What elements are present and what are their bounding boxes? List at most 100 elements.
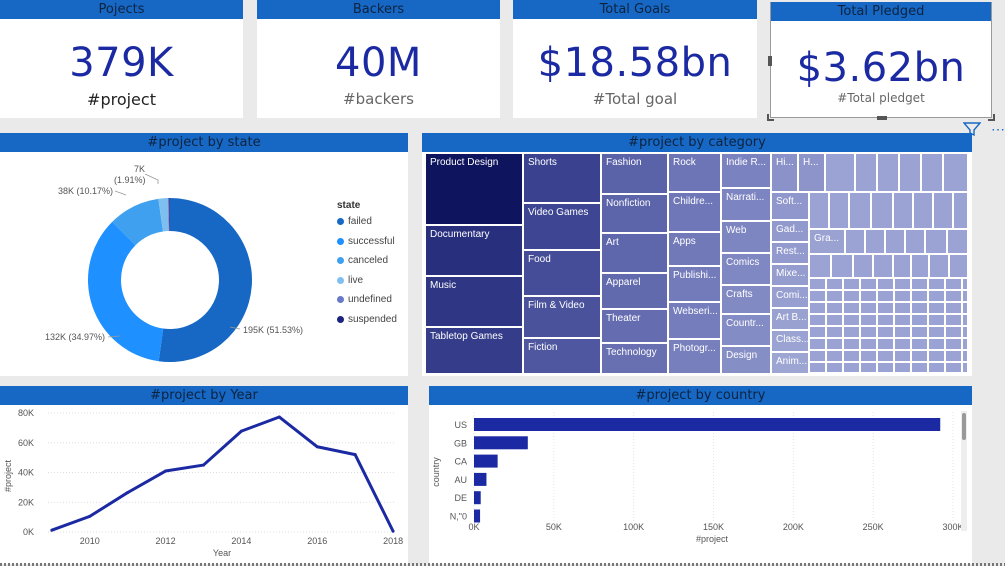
kpi-card-projects[interactable]: Pojects 379K #project xyxy=(0,0,243,118)
treemap-cell[interactable]: Hi... xyxy=(771,153,798,192)
treemap-cell-minor[interactable] xyxy=(928,290,945,302)
treemap-cell[interactable]: Video Games xyxy=(523,203,601,250)
treemap-cell-minor[interactable] xyxy=(809,362,826,373)
state-panel[interactable]: #project by state 195K (51.53%) 132K (34… xyxy=(0,133,408,376)
year-series-line[interactable] xyxy=(51,415,395,532)
treemap-cell[interactable]: Apparel xyxy=(601,273,668,309)
year-point[interactable] xyxy=(164,469,168,473)
treemap-cell-minor[interactable] xyxy=(945,290,962,302)
legend-item-failed[interactable]: failed xyxy=(337,216,372,227)
treemap-cell-minor[interactable] xyxy=(845,229,865,254)
resize-handle-bottom[interactable] xyxy=(877,116,887,120)
treemap-cell-minor[interactable] xyxy=(809,192,829,229)
year-point[interactable] xyxy=(277,415,281,419)
treemap-cell-minor[interactable] xyxy=(843,278,860,290)
treemap-cell[interactable]: Indie R... xyxy=(721,153,771,188)
treemap-cell[interactable]: Comi... xyxy=(771,286,809,308)
treemap-cell[interactable]: Food xyxy=(523,250,601,296)
treemap-cell-minor[interactable] xyxy=(928,338,945,350)
treemap-cell-minor[interactable] xyxy=(826,350,843,362)
kpi-card-total-goals[interactable]: Total Goals $18.58bn #Total goal xyxy=(513,0,757,118)
treemap-cell[interactable]: Film & Video xyxy=(523,296,601,338)
treemap-cell-minor[interactable] xyxy=(809,338,826,350)
treemap-cell-minor[interactable] xyxy=(894,350,911,362)
year-point[interactable] xyxy=(88,514,92,518)
treemap-cell-minor[interactable] xyxy=(873,254,893,278)
treemap-cell[interactable]: Gad... xyxy=(771,220,809,242)
treemap-cell-minor[interactable] xyxy=(843,338,860,350)
legend-item-undefined[interactable]: undefined xyxy=(337,294,392,305)
treemap-cell[interactable]: Music xyxy=(425,276,523,327)
treemap-cell[interactable]: Theater xyxy=(601,309,668,343)
treemap-cell-minor[interactable] xyxy=(843,362,860,373)
treemap-cell-minor[interactable] xyxy=(809,302,826,314)
treemap-cell-minor[interactable] xyxy=(962,278,968,290)
treemap-cell-minor[interactable] xyxy=(929,254,949,278)
treemap-cell[interactable]: Technology xyxy=(601,343,668,374)
treemap-cell[interactable]: Comics xyxy=(721,253,771,285)
treemap-cell[interactable]: Design xyxy=(721,346,771,374)
treemap-cell-minor[interactable] xyxy=(911,326,928,338)
treemap-cell-minor[interactable] xyxy=(826,290,843,302)
treemap-cell-minor[interactable] xyxy=(871,192,893,229)
treemap-cell-minor[interactable] xyxy=(825,153,855,192)
legend-item-canceled[interactable]: canceled xyxy=(337,255,388,266)
treemap-cell-minor[interactable] xyxy=(894,362,911,373)
year-point[interactable] xyxy=(126,491,130,495)
treemap-cell-minor[interactable] xyxy=(877,338,894,350)
treemap-cell-minor[interactable] xyxy=(928,278,945,290)
treemap-cell-minor[interactable] xyxy=(809,326,826,338)
treemap-cell-minor[interactable] xyxy=(921,153,943,192)
treemap-cell-minor[interactable] xyxy=(860,362,877,373)
treemap-cell[interactable]: Shorts xyxy=(523,153,601,203)
country-bar[interactable] xyxy=(474,509,481,523)
treemap-cell-minor[interactable] xyxy=(943,153,968,192)
treemap-cell-minor[interactable] xyxy=(945,350,962,362)
treemap-cell[interactable]: Class... xyxy=(771,330,809,352)
treemap-cell-minor[interactable] xyxy=(826,278,843,290)
treemap-cell[interactable]: Soft... xyxy=(771,192,809,220)
treemap-cell-minor[interactable] xyxy=(877,350,894,362)
kpi-card-total-pledged[interactable]: Total Pledged $3.62bn #Total pledget xyxy=(767,2,995,121)
treemap-cell-minor[interactable] xyxy=(860,350,877,362)
treemap-cell-minor[interactable] xyxy=(831,254,853,278)
treemap-cell-minor[interactable] xyxy=(928,350,945,362)
treemap-cell-minor[interactable] xyxy=(877,153,899,192)
treemap-cell-minor[interactable] xyxy=(928,326,945,338)
treemap-cell-minor[interactable] xyxy=(911,254,929,278)
country-bar[interactable] xyxy=(474,491,481,505)
year-point[interactable] xyxy=(239,429,243,433)
treemap-cell-minor[interactable] xyxy=(928,302,945,314)
treemap-cell-minor[interactable] xyxy=(826,362,843,373)
treemap-cell-minor[interactable] xyxy=(899,153,921,192)
treemap-cell-minor[interactable] xyxy=(962,290,968,302)
treemap-cell-minor[interactable] xyxy=(809,254,831,278)
treemap-cell-minor[interactable] xyxy=(843,350,860,362)
treemap-cell[interactable]: Crafts xyxy=(721,285,771,314)
treemap-cell-minor[interactable] xyxy=(877,326,894,338)
treemap-cell-minor[interactable] xyxy=(947,229,968,254)
legend-item-successful[interactable]: successful xyxy=(337,236,395,247)
treemap-cell[interactable]: Product Design xyxy=(425,153,523,225)
treemap-cell-minor[interactable] xyxy=(928,362,945,373)
treemap-cell-minor[interactable] xyxy=(865,229,885,254)
treemap-cell[interactable]: Fiction xyxy=(523,338,601,374)
treemap-cell-minor[interactable] xyxy=(843,302,860,314)
treemap-cell-minor[interactable] xyxy=(894,326,911,338)
treemap-cell-minor[interactable] xyxy=(893,254,911,278)
treemap-cell[interactable]: Nonfiction xyxy=(601,194,668,233)
treemap-cell[interactable]: Countr... xyxy=(721,314,771,346)
year-point[interactable] xyxy=(201,463,205,467)
treemap-cell-minor[interactable] xyxy=(860,302,877,314)
treemap-cell-minor[interactable] xyxy=(843,290,860,302)
treemap-cell-minor[interactable] xyxy=(877,314,894,326)
treemap-cell[interactable]: Gra... xyxy=(809,229,845,254)
treemap-cell-minor[interactable] xyxy=(953,192,968,229)
treemap-cell[interactable]: Childre... xyxy=(668,192,721,232)
treemap-cell-minor[interactable] xyxy=(945,326,962,338)
treemap-cell-minor[interactable] xyxy=(945,362,962,373)
treemap-cell-minor[interactable] xyxy=(945,314,962,326)
treemap-cell-minor[interactable] xyxy=(826,314,843,326)
country-bar-chart[interactable]: 0K 50K 100K 150K 200K 250K 300KUSGBCAAUDEN,"0#… xyxy=(429,406,972,564)
treemap-cell-minor[interactable] xyxy=(809,314,826,326)
